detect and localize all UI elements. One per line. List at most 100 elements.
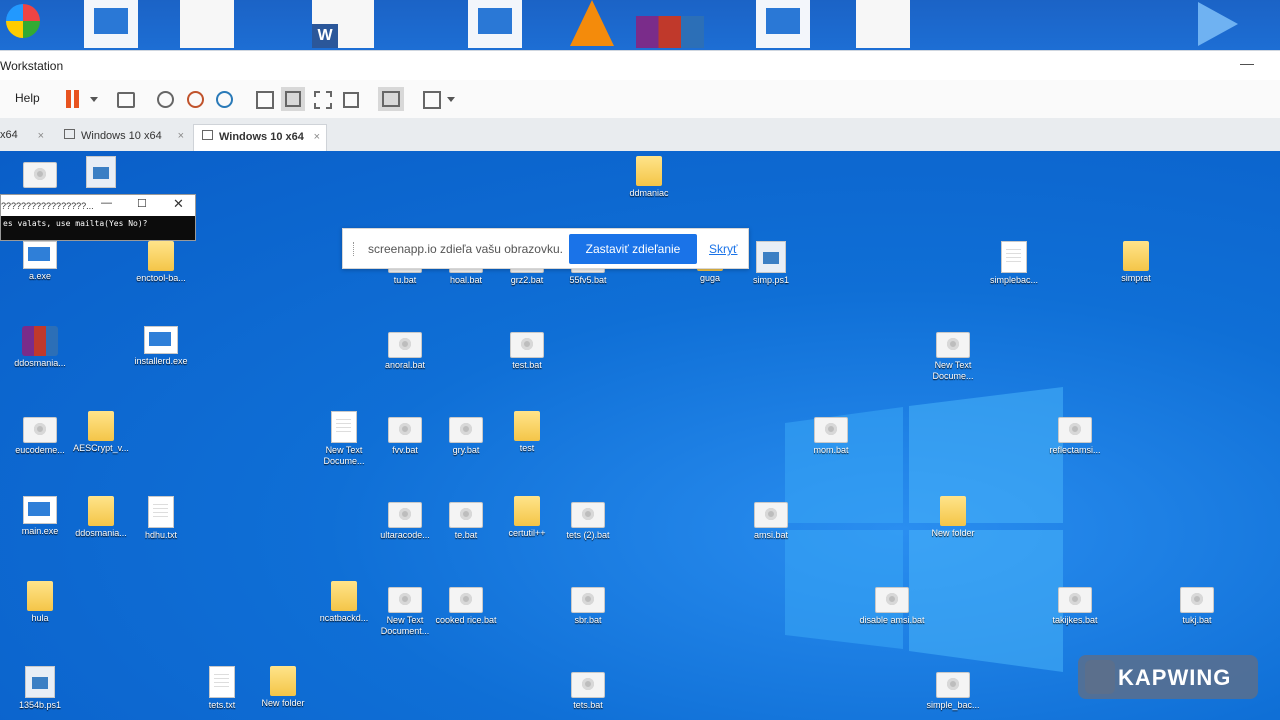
desktop-icon[interactable]: certutil++ (492, 496, 562, 539)
desktop-icon[interactable]: simprat (1101, 241, 1171, 284)
maximize-button[interactable]: ☐ (137, 197, 147, 210)
desktop-icon-label: simprat (1121, 273, 1151, 283)
desktop-icon[interactable]: New folder (248, 666, 318, 709)
desktop-icon[interactable]: amsi.bat (736, 496, 806, 541)
desktop-icon[interactable]: gry.bat (431, 411, 501, 456)
bat-file-icon (388, 417, 422, 443)
desktop-icon[interactable]: sbr.bat (553, 581, 623, 626)
winrar-icon[interactable] (636, 16, 704, 48)
desktop-icon[interactable]: New folder (918, 496, 988, 539)
thumbnail-view-icon[interactable] (281, 87, 305, 111)
minimize-button[interactable]: — (1240, 55, 1254, 71)
desktop-icon-label: disable amsi.bat (859, 615, 925, 625)
tab-label: x64 (0, 129, 18, 141)
desktop-icon[interactable]: New Text Document... (370, 581, 440, 637)
desktop-icon[interactable]: tets.txt (187, 666, 257, 711)
console-window[interactable]: ?????????????????... — ☐ ✕ es valats, us… (0, 194, 196, 241)
desktop-icon[interactable]: enctool-ba... (126, 241, 196, 284)
snapshot-manager-icon[interactable] (216, 91, 233, 108)
desktop-icon[interactable] (5, 156, 75, 190)
dropdown-icon[interactable] (86, 89, 106, 109)
desktop-icon[interactable]: tukj.bat (1162, 581, 1232, 626)
desktop-icon[interactable]: anoral.bat (370, 326, 440, 371)
desktop-icon[interactable]: mom.bat (796, 411, 866, 456)
desktop-icon-label: test (519, 443, 535, 453)
send-ctrl-alt-del-icon[interactable] (117, 92, 135, 108)
desktop-icon[interactable]: eucodeme... (5, 411, 75, 456)
desktop-icon[interactable]: te.bat (431, 496, 501, 541)
desktop-icon-label: reflectamsi... (1049, 445, 1101, 455)
desktop-icon[interactable]: ultaracode... (370, 496, 440, 541)
tab-close-icon[interactable]: × (314, 131, 320, 143)
fullscreen-icon[interactable] (314, 91, 332, 109)
blank-file-icon[interactable] (180, 0, 234, 48)
desktop-icon[interactable]: main.exe (5, 496, 75, 537)
bat-file-icon (449, 417, 483, 443)
vm-tab[interactable]: Windows 10 x64 × (56, 124, 190, 151)
desktop-icon[interactable]: disable amsi.bat (857, 581, 927, 626)
folder-file-icon (514, 496, 540, 526)
desktop-icon[interactable]: tets.bat (553, 666, 623, 711)
vm-tab[interactable]: x64 × (0, 124, 50, 151)
desktop-icon[interactable]: AESCrypt_v... (66, 411, 136, 454)
stretch-icon[interactable] (423, 91, 441, 109)
desktop-icon-label: hula (31, 613, 49, 623)
desktop-icon[interactable]: cooked rice.bat (431, 581, 501, 626)
close-button[interactable]: ✕ (173, 196, 184, 212)
desktop-icon-label: te.bat (454, 530, 478, 540)
play-icon[interactable] (1198, 2, 1238, 46)
desktop-icon-label: 1354b.ps1 (18, 700, 62, 710)
desktop-icon[interactable]: ncatbackd... (309, 581, 379, 624)
blank-file-icon[interactable] (856, 0, 910, 48)
desktop-icon-label: New Text Docume... (323, 445, 365, 466)
desktop-icon[interactable]: installerd.exe (126, 326, 196, 367)
tab-label: Windows 10 x64 (219, 131, 304, 143)
desktop-icon[interactable]: hula (5, 581, 75, 624)
folder-file-icon (940, 496, 966, 526)
desktop-icon[interactable]: simple_bac... (918, 666, 988, 711)
desktop-icon[interactable]: simplebac... (979, 241, 1049, 286)
txt-file-icon (331, 411, 357, 443)
desktop-icon[interactable]: New Text Docume... (309, 411, 379, 467)
library-view-icon[interactable] (256, 91, 274, 109)
image-file-icon[interactable] (468, 0, 522, 48)
console-view-icon[interactable] (378, 87, 404, 111)
folder-file-icon (88, 496, 114, 526)
bat-file-icon (814, 417, 848, 443)
desktop-icon[interactable]: hdhu.txt (126, 496, 196, 541)
dropdown-icon[interactable] (445, 89, 465, 109)
word-document-icon[interactable]: W (312, 0, 374, 48)
desktop-icon[interactable]: takijkes.bat (1040, 581, 1110, 626)
desktop-icon[interactable]: reflectamsi... (1040, 411, 1110, 456)
unity-icon[interactable] (343, 92, 359, 108)
desktop-icon[interactable]: 1354b.ps1 (5, 666, 75, 711)
shield-icon[interactable] (6, 4, 40, 38)
minimize-button[interactable]: — (101, 197, 112, 209)
drag-handle-icon[interactable] (353, 242, 357, 256)
vm-tab-active[interactable]: Windows 10 x64 × (193, 124, 327, 151)
image-file-icon[interactable] (84, 0, 138, 48)
tab-close-icon[interactable]: × (178, 130, 184, 142)
vlc-icon[interactable] (560, 0, 624, 48)
desktop-icon-label: main.exe (21, 526, 59, 536)
desktop-icon[interactable]: test (492, 411, 562, 454)
image-file-icon[interactable] (756, 0, 810, 48)
desktop-icon-label: New folder (931, 528, 975, 538)
stop-sharing-button[interactable]: Zastaviť zdieľanie (569, 234, 697, 264)
desktop-icon[interactable]: ddmaniac (614, 156, 684, 199)
desktop-icon[interactable]: tets (2).bat (553, 496, 623, 541)
desktop-icon[interactable]: fvv.bat (370, 411, 440, 456)
desktop-icon[interactable]: test.bat (492, 326, 562, 371)
help-menu[interactable]: Help (15, 91, 40, 105)
watermark-label: KAPWING (1118, 665, 1232, 690)
desktop-icon-label: AESCrypt_v... (73, 443, 129, 453)
desktop-icon[interactable] (66, 156, 136, 190)
hide-link[interactable]: Skryť (709, 242, 738, 256)
revert-snapshot-icon[interactable] (187, 91, 204, 108)
desktop-icon[interactable]: ddosmania... (5, 326, 75, 369)
snapshot-icon[interactable] (157, 91, 174, 108)
desktop-icon[interactable]: a.exe (5, 241, 75, 282)
tab-close-icon[interactable]: × (38, 130, 44, 142)
pause-icon[interactable] (64, 89, 84, 109)
desktop-icon[interactable]: New Text Docume... (918, 326, 988, 382)
